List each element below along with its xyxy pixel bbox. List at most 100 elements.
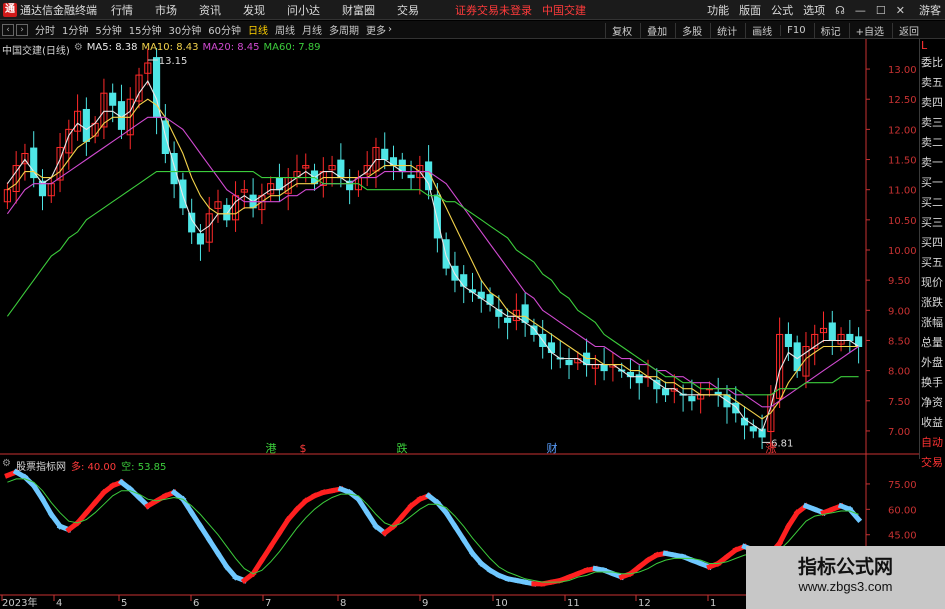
tool-statistics[interactable]: 统计 bbox=[710, 22, 737, 38]
period-60min[interactable]: 60分钟 bbox=[208, 22, 241, 37]
side-item-14[interactable]: 总量 bbox=[920, 333, 945, 353]
period-daily[interactable]: 日线 bbox=[248, 22, 268, 37]
gear-icon[interactable]: ⚙ bbox=[74, 42, 83, 57]
side-item-11[interactable]: 现价 bbox=[920, 273, 945, 293]
tool-mark[interactable]: 标记 bbox=[813, 22, 841, 38]
price-tick-label: 10.00 bbox=[888, 246, 917, 257]
tool-f10[interactable]: F10 bbox=[780, 24, 806, 36]
candle-body bbox=[433, 194, 441, 239]
date-label: 1 bbox=[710, 598, 716, 609]
ma60-label: MA60: 7.89 bbox=[263, 42, 321, 53]
tool-draw[interactable]: 画线 bbox=[745, 22, 772, 38]
title-bar: 通 通达信金融终端 行情 市场 资讯 发现 问小达 财富圈 交易 证券交易未登录… bbox=[0, 0, 945, 20]
side-item-20[interactable]: 交易 bbox=[920, 453, 945, 473]
side-item-7[interactable]: 买二 bbox=[920, 193, 945, 213]
watermark-url: www.zbgs3.com bbox=[798, 579, 893, 594]
side-item-16[interactable]: 换手 bbox=[920, 373, 945, 393]
side-item-10[interactable]: 买五 bbox=[920, 253, 945, 273]
osc-tick-label: 45.00 bbox=[888, 531, 917, 542]
menu-quotes[interactable]: 行情 bbox=[111, 2, 133, 18]
toolbar-next-icon[interactable]: › bbox=[16, 23, 28, 36]
date-label: 5 bbox=[121, 598, 127, 609]
osc-step bbox=[776, 522, 792, 547]
tool-adjust[interactable]: 复权 bbox=[605, 22, 632, 38]
event-marker: 涨 bbox=[766, 442, 777, 455]
side-item-17[interactable]: 净资 bbox=[920, 393, 945, 413]
menu-layout[interactable]: 版面 bbox=[739, 2, 761, 18]
menu-options[interactable]: 选项 bbox=[803, 2, 825, 18]
menu-market[interactable]: 市场 bbox=[155, 2, 177, 18]
side-item-8[interactable]: 买三 bbox=[920, 213, 945, 233]
side-item-5[interactable]: 卖一 bbox=[920, 153, 945, 173]
close-icon[interactable]: ✕ bbox=[896, 4, 905, 17]
toolbar-prev-icon[interactable]: ‹ bbox=[2, 23, 14, 36]
candle-body bbox=[626, 371, 635, 378]
candle-body bbox=[688, 396, 696, 402]
side-item-15[interactable]: 外盘 bbox=[920, 353, 945, 373]
menu-trade[interactable]: 交易 bbox=[397, 2, 419, 18]
candle-body bbox=[828, 322, 836, 341]
watermark-title: 指标公式网 bbox=[797, 557, 893, 578]
ma-line-ma60 bbox=[6, 171, 859, 396]
period-15min[interactable]: 15分钟 bbox=[129, 22, 162, 37]
osc-short-label: 空: 53.85 bbox=[121, 462, 167, 473]
price-tick-label: 11.00 bbox=[888, 186, 917, 197]
side-item-3[interactable]: 卖三 bbox=[920, 113, 945, 133]
side-item-13[interactable]: 涨幅 bbox=[920, 313, 945, 333]
maximize-icon[interactable]: ☐ bbox=[876, 4, 886, 17]
osc-gear-icon[interactable]: ⚙ bbox=[2, 458, 11, 473]
side-item-4[interactable]: 卖二 bbox=[920, 133, 945, 153]
price-tick-label: 9.50 bbox=[888, 276, 910, 287]
menu-function[interactable]: 功能 bbox=[707, 2, 729, 18]
login-notice[interactable]: 证券交易未登录 bbox=[455, 2, 532, 18]
side-item-19[interactable]: 自动 bbox=[920, 433, 945, 453]
side-item-18[interactable]: 收益 bbox=[920, 413, 945, 433]
event-marker: $ bbox=[300, 442, 307, 455]
tool-back[interactable]: 返回 bbox=[892, 22, 919, 38]
menu-wealth[interactable]: 财富圈 bbox=[342, 2, 375, 18]
side-item-12[interactable]: 涨跌 bbox=[920, 293, 945, 313]
ma-line-ma20 bbox=[6, 116, 859, 408]
period-30min[interactable]: 30分钟 bbox=[168, 22, 201, 37]
candle-body bbox=[749, 426, 757, 432]
minimize-icon[interactable]: — bbox=[855, 4, 866, 17]
price-tick-label: 7.50 bbox=[888, 397, 910, 408]
high-label: 13.15 bbox=[159, 56, 188, 67]
menu-formula[interactable]: 公式 bbox=[771, 2, 793, 18]
tool-overlay[interactable]: 叠加 bbox=[640, 22, 667, 38]
right-menu: 功能 版面 公式 选项 ☊ — ☐ ✕ 游客 bbox=[697, 0, 941, 20]
candle-body bbox=[784, 333, 792, 347]
ma-line-ma5 bbox=[6, 80, 859, 432]
event-marker: 财 bbox=[547, 441, 558, 455]
price-tick-label: 12.50 bbox=[888, 95, 917, 106]
kline-chart[interactable]: 13.00 12.50 12.00 11.50 11.00 10.50 10.00 9.50 9… bbox=[0, 39, 919, 609]
period-5min[interactable]: 5分钟 bbox=[95, 22, 121, 37]
side-item-9[interactable]: 买四 bbox=[920, 233, 945, 253]
candle-body bbox=[521, 304, 529, 323]
side-item-6[interactable]: 买一 bbox=[920, 173, 945, 193]
menu-ask[interactable]: 问小达 bbox=[287, 2, 320, 18]
side-item-2[interactable]: 卖四 bbox=[920, 93, 945, 113]
menu-news[interactable]: 资讯 bbox=[199, 2, 221, 18]
side-collapse[interactable]: L bbox=[920, 39, 945, 53]
tool-multi-stock[interactable]: 多股 bbox=[675, 22, 702, 38]
period-monthly[interactable]: 月线 bbox=[302, 22, 322, 37]
side-item-1[interactable]: 卖五 bbox=[920, 73, 945, 93]
headset-icon[interactable]: ☊ bbox=[835, 4, 845, 17]
period-1min[interactable]: 1分钟 bbox=[62, 22, 88, 37]
user-guest[interactable]: 游客 bbox=[919, 2, 941, 18]
more-chevron-icon[interactable]: › bbox=[388, 24, 392, 35]
ma-line-ma10 bbox=[7, 98, 859, 420]
price-tick-label: 8.00 bbox=[888, 367, 910, 378]
menu-discover[interactable]: 发现 bbox=[243, 2, 265, 18]
tool-add-watchlist[interactable]: +自选 bbox=[848, 22, 884, 38]
date-label: 12 bbox=[638, 598, 651, 609]
period-more[interactable]: 更多 bbox=[366, 22, 386, 37]
candle-body bbox=[460, 274, 468, 287]
period-timeshare[interactable]: 分时 bbox=[35, 22, 55, 37]
side-item-0[interactable]: 委比 bbox=[920, 53, 945, 73]
chart-title: 中国交建(日线) bbox=[2, 46, 70, 57]
period-weekly[interactable]: 周线 bbox=[275, 22, 295, 37]
app-name: 通达信金融终端 bbox=[20, 3, 97, 17]
period-multi[interactable]: 多周期 bbox=[329, 22, 359, 37]
